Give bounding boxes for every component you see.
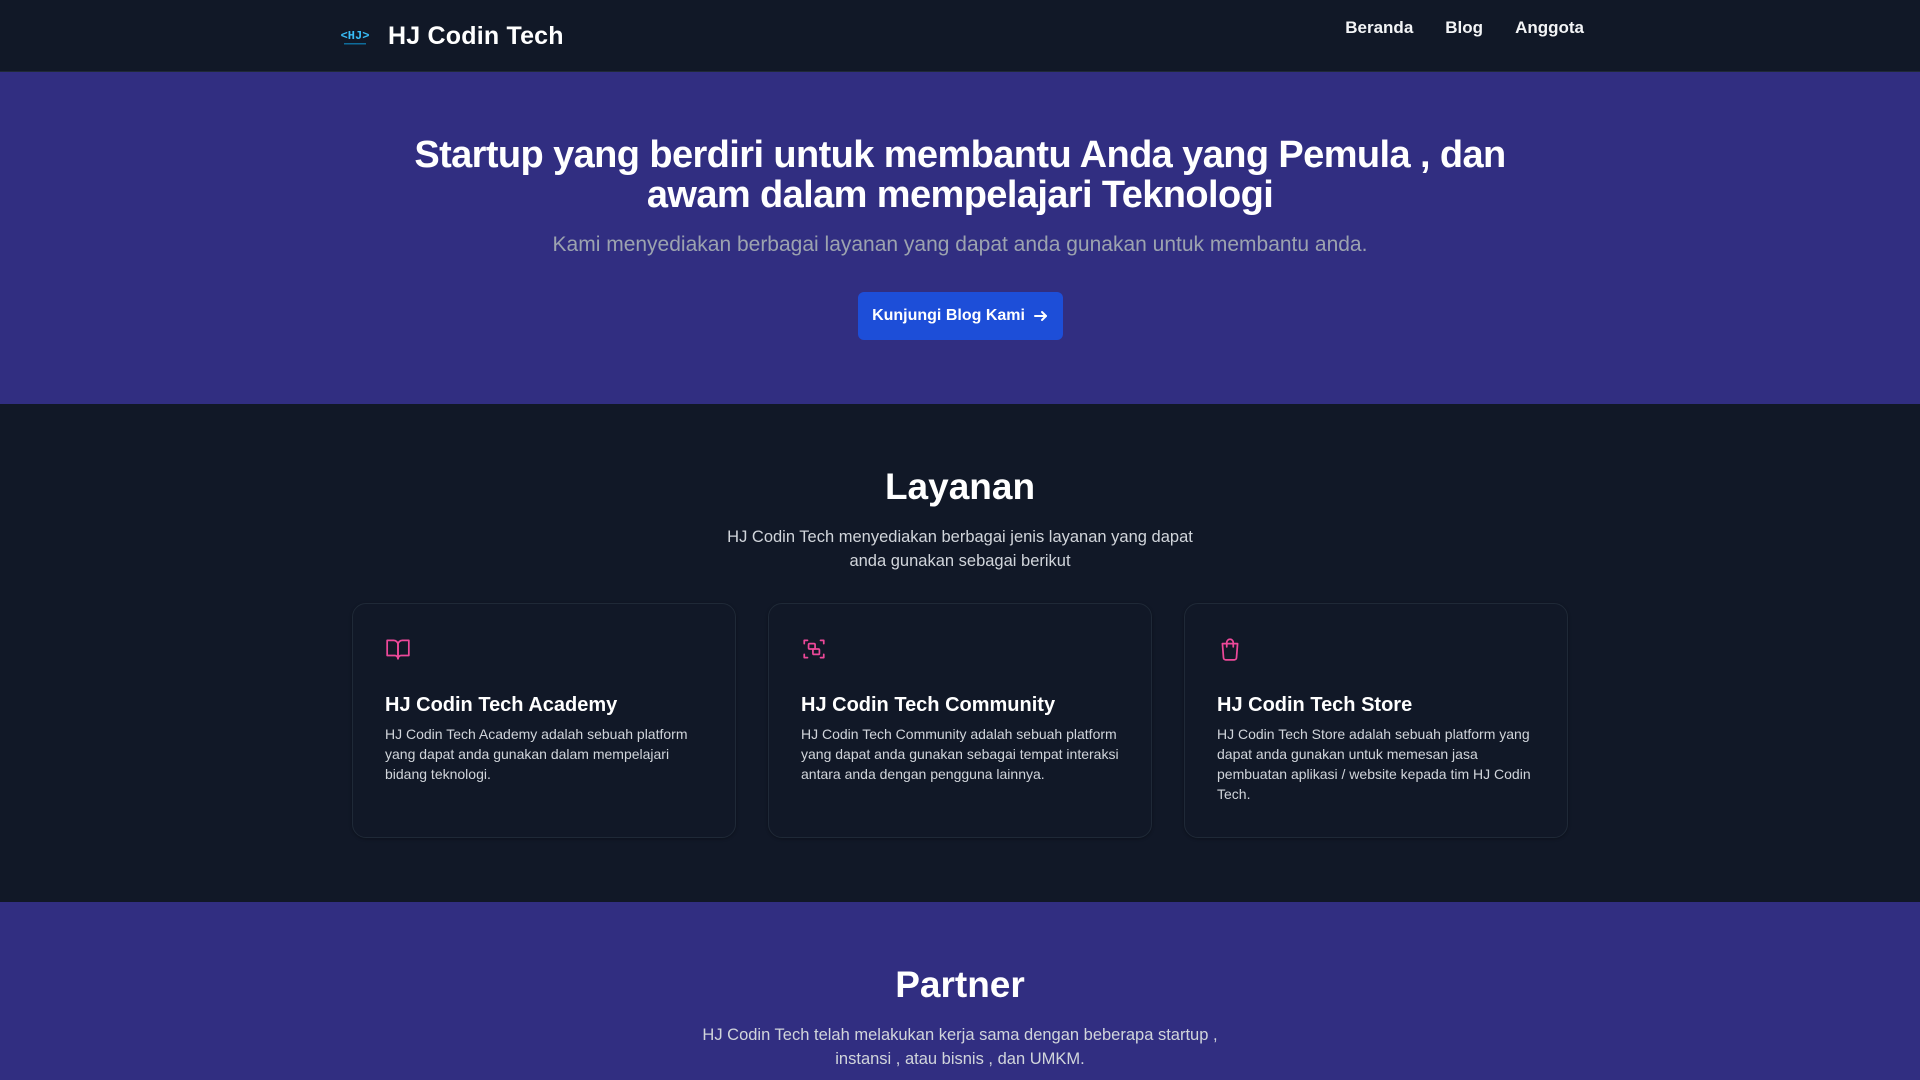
svg-text:<HJ>: <HJ> <box>341 29 370 43</box>
service-card-desc: HJ Codin Tech Academy adalah sebuah plat… <box>385 726 688 782</box>
nav-link-beranda[interactable]: Beranda <box>1345 16 1413 40</box>
services-subtitle: HJ Codin Tech menyediakan berbagai jenis… <box>727 528 1193 570</box>
nav-links: Beranda Blog Anggota <box>1345 16 1584 40</box>
hero-section: Startup yang berdiri untuk membantu Anda… <box>0 72 1920 404</box>
brand-name: HJ Codin Tech <box>388 21 564 50</box>
hero-title: Startup yang berdiri untuk membantu Anda… <box>414 134 1506 216</box>
community-icon <box>801 636 827 662</box>
book-open-icon <box>385 636 411 662</box>
arrow-right-icon <box>1033 308 1049 324</box>
service-card-title: HJ Codin Tech Store <box>1217 694 1413 716</box>
partner-subtitle: HJ Codin Tech telah melakukan kerja sama… <box>702 1026 1218 1068</box>
nav-link-anggota[interactable]: Anggota <box>1515 16 1584 40</box>
partner-section: Partner HJ Codin Tech telah melakukan ke… <box>0 902 1920 1080</box>
service-card-store[interactable]: HJ Codin Tech Store HJ Codin Tech Store … <box>1184 603 1568 838</box>
service-card-community[interactable]: HJ Codin Tech Community HJ Codin Tech Co… <box>768 603 1152 838</box>
service-card-academy[interactable]: HJ Codin Tech Academy HJ Codin Tech Acad… <box>352 603 736 838</box>
partner-title: Partner <box>895 964 1025 1005</box>
nav-link-blog[interactable]: Blog <box>1445 16 1483 40</box>
visit-blog-label: Kunjungi Blog Kami <box>872 307 1025 324</box>
brand-link[interactable]: <HJ> HJ Codin Tech <box>338 20 564 52</box>
visit-blog-button[interactable]: Kunjungi Blog Kami <box>858 292 1063 340</box>
service-card-desc: HJ Codin Tech Community adalah sebuah pl… <box>801 726 1119 782</box>
logo-icon: <HJ> <box>338 24 372 48</box>
service-card-desc: HJ Codin Tech Store adalah sebuah platfo… <box>1217 726 1531 802</box>
shopping-bag-icon <box>1217 636 1243 662</box>
service-card-title: HJ Codin Tech Academy <box>385 694 618 716</box>
services-section: Layanan HJ Codin Tech menyediakan berbag… <box>0 404 1920 902</box>
hero-subtitle: Kami menyediakan berbagai layanan yang d… <box>552 233 1368 256</box>
services-title: Layanan <box>884 466 1036 507</box>
navbar: <HJ> HJ Codin Tech Beranda Blog Anggota <box>0 0 1920 72</box>
service-card-title: HJ Codin Tech Community <box>801 694 1056 716</box>
